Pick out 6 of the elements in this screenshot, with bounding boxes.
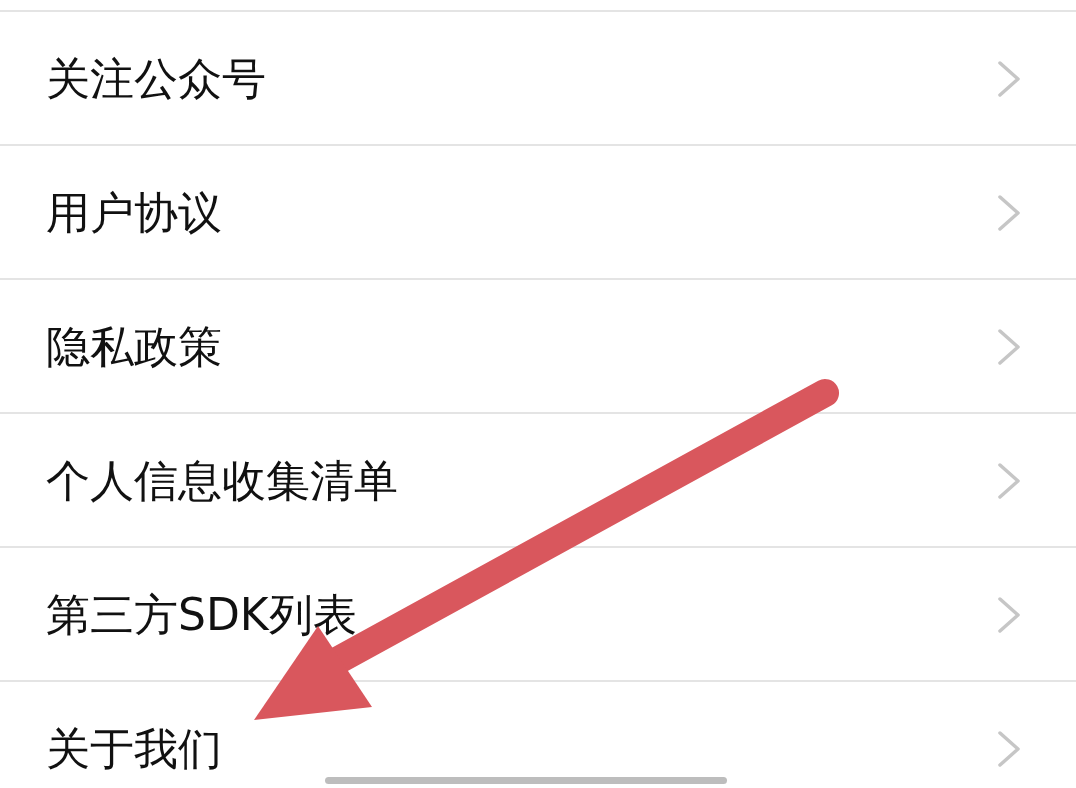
chevron-right-icon	[998, 195, 1020, 231]
chevron-right-icon	[998, 597, 1020, 633]
chevron-right-icon	[998, 61, 1020, 97]
chevron-right-icon	[998, 731, 1020, 767]
chevron-right-icon	[998, 329, 1020, 365]
chevron-right-icon	[998, 463, 1020, 499]
